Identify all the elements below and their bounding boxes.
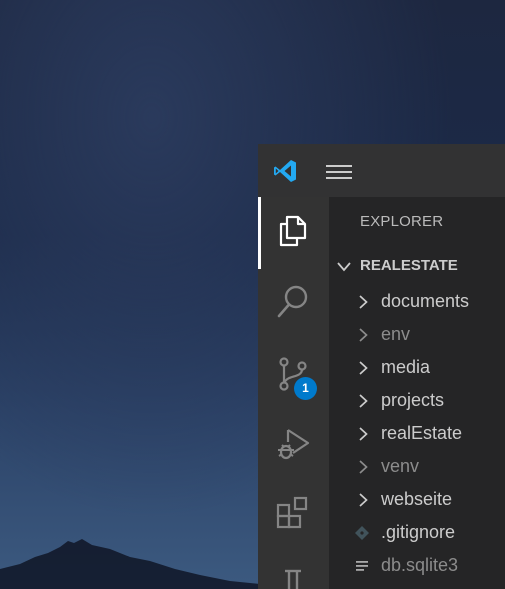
activity-run-debug[interactable]	[258, 409, 329, 475]
source-control-badge: 1	[294, 377, 317, 400]
tree-item-label: realEstate	[381, 423, 463, 443]
explorer-sidebar: EXPLORER REALESTATE documents env media …	[329, 197, 505, 589]
activity-testing[interactable]	[258, 547, 329, 589]
vscode-logo-icon	[274, 160, 296, 182]
vscode-window: 1 EXPLORER REALESTATE documents env medi…	[258, 144, 505, 589]
files-icon	[279, 215, 307, 247]
tree-item-gitignore[interactable]: .gitignore	[329, 516, 505, 549]
git-file-icon	[355, 526, 369, 540]
search-icon	[277, 285, 308, 318]
chevron-right-icon	[359, 295, 368, 309]
chevron-right-icon	[359, 460, 368, 474]
mountain-silhouette	[0, 539, 260, 589]
tree-item-webseite[interactable]: webseite	[329, 483, 505, 516]
folder-section-header[interactable]: REALESTATE	[329, 253, 505, 281]
tree-item-label: .gitignore	[381, 522, 456, 542]
activity-bar: 1	[258, 197, 329, 589]
chevron-down-icon	[337, 262, 351, 272]
chevron-right-icon	[359, 361, 368, 375]
activity-source-control[interactable]: 1	[258, 340, 329, 406]
tree-item-label: projects	[381, 390, 445, 410]
hamburger-menu-icon[interactable]	[326, 164, 352, 180]
tree-item-label: webseite	[381, 489, 453, 509]
text-lines-icon	[356, 561, 368, 571]
beaker-icon	[285, 569, 301, 589]
tree-item-label: media	[381, 357, 431, 377]
chevron-right-icon	[359, 427, 368, 441]
chevron-right-icon	[359, 328, 368, 342]
tree-item-documents[interactable]: documents	[329, 285, 505, 318]
extensions-icon	[276, 496, 308, 529]
activity-explorer[interactable]	[258, 197, 329, 269]
tree-item-db-sqlite3[interactable]: db.sqlite3	[329, 549, 505, 582]
explorer-title: EXPLORER	[360, 213, 444, 230]
run-debug-icon	[278, 429, 310, 460]
tree-item-realestate[interactable]: realEstate	[329, 417, 505, 450]
tree-item-label: env	[381, 324, 411, 344]
tree-item-venv[interactable]: venv	[329, 450, 505, 483]
tree-item-label: documents	[381, 291, 470, 311]
chevron-right-icon	[359, 493, 368, 507]
title-bar	[258, 144, 505, 197]
tree-item-media[interactable]: media	[329, 351, 505, 384]
activity-search[interactable]	[258, 268, 329, 334]
tree-item-projects[interactable]: projects	[329, 384, 505, 417]
tree-item-label: db.sqlite3	[381, 555, 459, 575]
folder-section-name: REALESTATE	[360, 257, 458, 274]
activity-extensions[interactable]	[258, 479, 329, 545]
chevron-right-icon	[359, 394, 368, 408]
tree-item-label: venv	[381, 456, 420, 476]
tree-item-env[interactable]: env	[329, 318, 505, 351]
